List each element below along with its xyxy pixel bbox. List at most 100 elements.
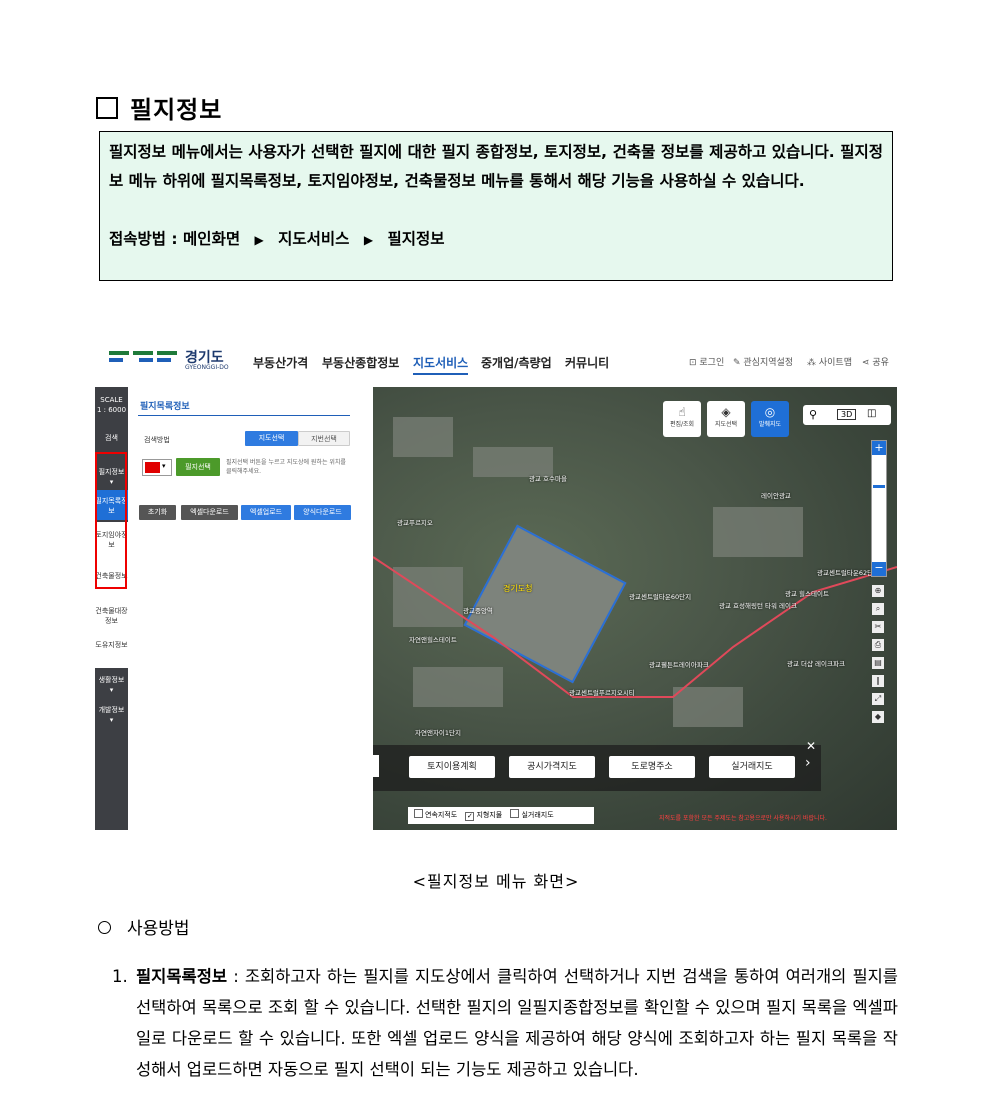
fullscreen-icon[interactable]: ⤢ [872,693,884,705]
path-step-main: 메인화면 [183,230,241,248]
map-label: 경기도청 [503,584,533,593]
usage-item-text: 조회하고자 하는 필지를 지도상에서 클릭하여 선택하거나 지번 검색을 통하여… [136,967,898,1079]
zoom-in-icon: + [872,441,886,455]
right-triangle-icon: ▶ [363,233,374,247]
target-icon: ◎ [764,405,776,419]
excel-download-button[interactable]: 엑셀다운로드 [181,505,238,520]
select-hint: 필지선택 버튼을 누르고 지도상에 원하는 위치를 클릭해주세요. [226,459,346,475]
road-address-button[interactable]: 도로명주소 [609,756,695,778]
3d-button[interactable]: 3D [837,409,857,420]
highlight-box [95,452,127,589]
gyeonggi-logo-icon [109,348,185,372]
scale-value: 1 : 6000 [96,406,127,414]
map-label: 광교푸르지오 [397,519,433,527]
usage-item-separator: : [227,967,245,986]
path-step-map: 지도서비스 [278,230,350,248]
checkbox-terrain[interactable]: ✓ 지형지물 [459,811,502,821]
checkbox-continuous-cadastral[interactable]: 연속지적도 [408,809,457,819]
map-label: 광교 효성해링턴 타워 레이크 [719,602,797,610]
map-label: 광교웰튼트레이아파크 [649,661,709,669]
map-label: 자연앤힐스테이트 [409,636,457,644]
map-tool-extract[interactable]: ◎ 발췌지도 [751,401,789,437]
util-interest-area[interactable]: ✎ 관심지역설정 [733,355,793,368]
chevron-right-icon[interactable]: › [805,755,811,771]
sidebar-item-building-register[interactable]: 건축물대장정보 [95,600,128,634]
measure-icon[interactable]: ✂ [872,621,884,633]
right-triangle-icon: ▶ [254,233,264,247]
map-label: 자연앤자이1단지 [415,729,461,737]
nav-item-price[interactable]: 부동산가격 [253,354,308,371]
nav-item-community[interactable]: 커뮤니티 [565,354,609,371]
layer-checkbox-bar: 연속지적도 ✓ 지형지물 실거래지도 [408,807,594,824]
left-sidebar: SCALE 1 : 6000 검색 필지정보 ▾ 필지목록정보 토지임야정보 건축… [95,387,128,830]
map-label: 광교중앙역 [463,607,493,615]
print-icon[interactable]: ⎙ [872,639,884,651]
template-download-button[interactable]: 양식다운로드 [294,505,351,520]
nav-item-mapservice[interactable]: 지도서비스 [413,354,469,375]
section-title-text: 필지정보 [130,96,223,124]
official-price-map-button[interactable]: 공시가격지도 [509,756,595,778]
figure-caption: <필지정보 메뉴 화면> [412,872,580,891]
close-icon[interactable]: ✕ [806,739,816,753]
parcel-list-panel: 필지목록정보 검색방법 지도선택 지번선택 ▾ 필지선택 필지선택 버튼을 누르… [128,387,374,830]
layers-icon: ◈ [721,405,731,419]
sidebar-item-living[interactable]: 생활정보 ▾ [95,675,128,697]
search-method-label: 검색방법 [144,436,170,444]
real-transaction-map-button[interactable]: 실거래지도 [709,756,795,778]
sidebar-item-search[interactable]: 검색 [95,433,128,443]
prev-button-edge[interactable] [373,755,379,777]
util-login[interactable]: ⊡ 로그인 [689,355,724,368]
map-tool-select[interactable]: ◈ 지도선택 [707,401,745,437]
summary-text: 필지정보 메뉴에서는 사용자가 선택한 필지에 대한 필지 종합정보, 토지정보… [109,143,883,190]
usage-title: 사용방법 [98,914,190,939]
reset-button[interactable]: 초기화 [139,505,176,520]
sidebar-item-development[interactable]: 개발정보 ▾ [95,705,128,727]
map-label: 광교센트럴타운62단지 [817,569,880,577]
satellite-map[interactable]: 경기도청 광교센트럴타운60단지 광교 호수마을 광교중앙역 광교푸르지오 광교… [373,387,897,830]
locate-icon[interactable]: ⊕ [872,585,884,597]
usage-item-body: 필지목록정보 : 조회하고자 하는 필지를 지도상에서 클릭하여 선택하거나 지… [136,961,898,1085]
map-label: 광교센트럴타운60단지 [629,593,692,601]
panel-title: 필지목록정보 [140,402,190,412]
nav-item-realestate[interactable]: 부동산종합정보 [322,354,399,371]
layer-button-bar: 토지이용계획 공시가격지도 도로명주소 실거래지도 › [373,745,821,791]
split-view-icon[interactable]: ◫ [867,408,876,419]
scale-label: SCALE [100,396,123,404]
map-tool-query[interactable]: ☝ 편집/조회 [663,401,701,437]
excel-upload-button[interactable]: 엑셀업로드 [241,505,291,520]
pin-icon[interactable]: ⚲ [809,408,817,421]
view-toggle-bar: ⚲ 3D ◫ [803,405,891,425]
section-title: 필지정보 [96,90,222,125]
cursor-icon: ☝ [678,405,686,419]
usage-title-text: 사용방법 [127,919,190,939]
map-label: 레이안광교 [761,492,791,500]
map-label: 광교센트럴푸르지오시티 [569,689,635,697]
save-icon[interactable]: ▤ [872,657,884,669]
top-navigation: 경기도 GYEONGGI-DO 부동산가격 부동산종합정보 지도서비스 중개업/… [95,340,897,387]
panel-title-underline [138,415,350,416]
map-label: 광교 호수마을 [529,475,567,483]
access-label: 접속방법 : [109,230,178,248]
path-step-parcel: 필지정보 [387,230,445,248]
tab-lot-select[interactable]: 지번선택 [298,431,350,446]
checkbox-transaction-map[interactable]: 실거래지도 [504,809,554,819]
logo-subtext: GYEONGGI-DO [185,364,229,371]
search-zoom-icon[interactable]: ⌕ [872,603,884,615]
parcel-select-button[interactable]: 필지선택 [176,458,220,476]
pause-icon[interactable]: ∥ [872,675,884,687]
zoom-bar[interactable]: + − [871,440,887,577]
color-picker[interactable]: ▾ [142,459,172,476]
util-sitemap[interactable]: ⁂ 사이트맵 [807,355,852,368]
parcel-menu-screenshot: 경기도 GYEONGGI-DO 부동산가격 부동산종합정보 지도서비스 중개업/… [95,340,897,830]
zoom-out-icon: − [872,562,886,576]
tab-map-select[interactable]: 지도선택 [245,431,298,446]
eraser-icon[interactable]: ◆ [872,711,884,723]
nav-item-broker[interactable]: 중개업/측량업 [481,354,552,371]
util-share[interactable]: ⋖ 공유 [862,355,889,368]
access-path: 접속방법 : 메인화면 ▶ 지도서비스 ▶ 필지정보 [109,225,883,255]
summary-box: 필지정보 메뉴에서는 사용자가 선택한 필지에 대한 필지 종합정보, 토지정보… [99,131,893,281]
circle-bullet-icon [98,921,111,934]
land-use-plan-button[interactable]: 토지이용계획 [409,756,495,778]
map-label: 광교 힐스테이트 [785,590,829,598]
sidebar-item-provincial-land[interactable]: 도유지정보 [95,634,128,668]
